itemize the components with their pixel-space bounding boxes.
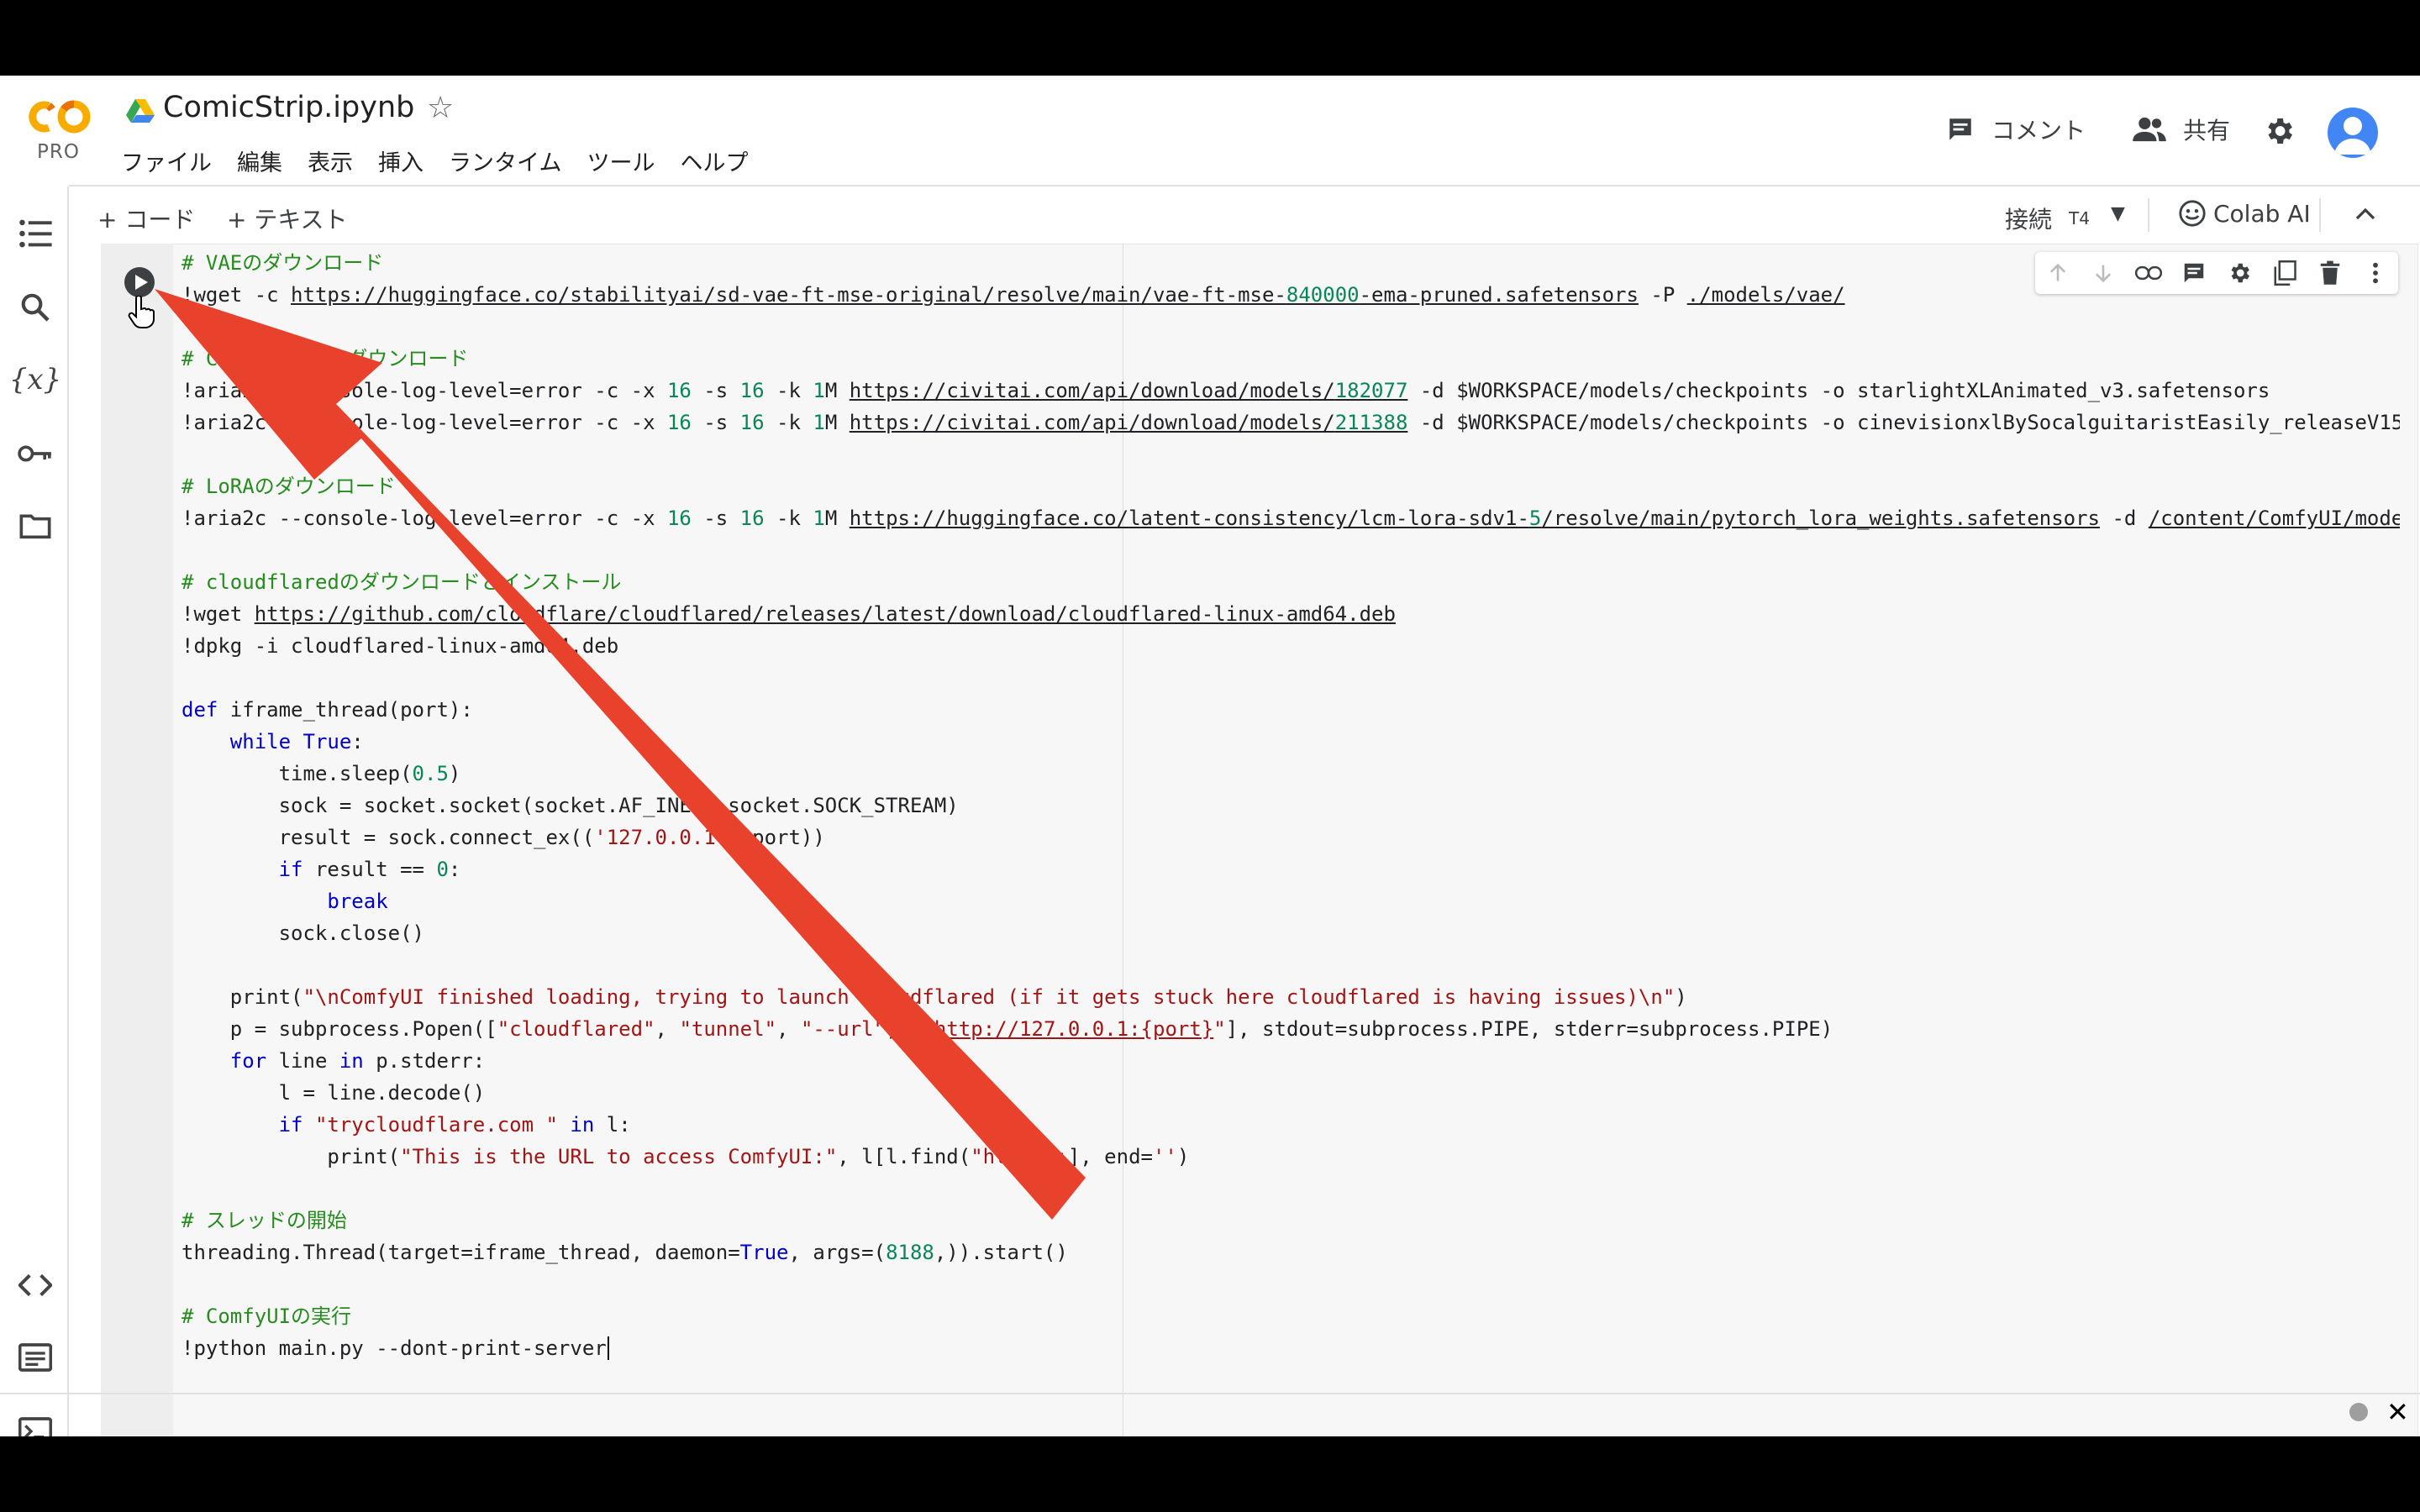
cell-gutter: [101, 244, 173, 1436]
settings-icon[interactable]: [2223, 257, 2255, 289]
add-code-button[interactable]: + コード: [97, 202, 195, 235]
search-icon[interactable]: [17, 289, 54, 326]
mirror-cell-icon[interactable]: [2269, 257, 2301, 289]
code-line: # Checkpointをダウンロード: [182, 347, 469, 370]
colab-window: PRO ComicStrip.ipynb ☆ ファイル 編集 表示 挿入 ランタ…: [0, 76, 2420, 1436]
code-line: while True:: [229, 730, 364, 753]
code-line: p = subprocess.Popen(["cloudflared", "tu…: [182, 1017, 1833, 1041]
text-cursor: [607, 1336, 609, 1360]
code-line: result = sock.connect_ex(('127.0.0.1', p…: [182, 826, 825, 849]
delete-icon[interactable]: [2314, 257, 2346, 289]
code-line: if "trycloudflare.com " in l:: [278, 1113, 631, 1137]
code-line: # VAEのダウンロード: [182, 251, 384, 275]
files-folder-icon[interactable]: [17, 507, 54, 544]
code-snippets-icon[interactable]: [17, 1267, 54, 1304]
code-line: !python main.py --dont-print-server: [182, 1334, 609, 1361]
code-line: !aria2c --console-log-level=error -c -x …: [182, 411, 2400, 434]
secrets-key-icon[interactable]: [17, 435, 54, 472]
link-icon[interactable]: [2133, 257, 2165, 289]
code-link: https://huggingface.co/stabilityai/sd-va…: [291, 283, 1639, 307]
status-divider: [0, 1393, 2420, 1394]
close-icon[interactable]: ✕: [2386, 1396, 2409, 1428]
run-cell-button[interactable]: [123, 265, 156, 299]
table-of-contents-icon[interactable]: [17, 215, 54, 252]
more-icon[interactable]: [2360, 257, 2391, 289]
code-line: # スレッドの開始: [182, 1209, 347, 1232]
code-line: sock = socket.socket(socket.AF_INET, soc…: [182, 794, 959, 817]
code-line: for line in p.stderr:: [229, 1049, 486, 1073]
terminal-icon[interactable]: [17, 1413, 54, 1436]
comment-icon[interactable]: [2178, 257, 2210, 289]
code-line: threading.Thread(target=iframe_thread, d…: [182, 1241, 1068, 1264]
code-line: print("This is the URL to access ComfyUI…: [182, 1145, 1190, 1168]
code-line: l = line.decode(): [182, 1081, 486, 1105]
code-line: if result == 0:: [278, 858, 461, 881]
execution-status-dot[interactable]: [2349, 1403, 2368, 1421]
code-line: def iframe_thread(port):: [182, 698, 473, 722]
command-palette-icon[interactable]: [17, 1339, 54, 1376]
move-up-icon[interactable]: [2042, 257, 2074, 289]
code-line: !aria2c --console-log-level=error -c -x …: [182, 507, 2400, 530]
code-line: !aria2c --console-log-level=error -c -x …: [182, 379, 2270, 402]
move-down-icon[interactable]: [2087, 257, 2119, 289]
google-drive-icon[interactable]: [126, 97, 155, 123]
code-line: sock.close(): [182, 921, 424, 945]
code-line: break: [327, 890, 388, 913]
code-line: !dpkg -i cloudflared-linux-amd64.deb: [182, 634, 619, 658]
cell-toolbar: [2035, 252, 2398, 294]
colab-logo[interactable]: [24, 97, 94, 136]
code-line: time.sleep(0.5): [182, 762, 461, 785]
sidebar-divider: [67, 186, 69, 1436]
hand-cursor-icon: [128, 296, 155, 328]
code-line: !wget https://github.com/cloudflare/clou…: [182, 602, 1396, 626]
code-line: !wget -c https://huggingface.co/stabilit…: [182, 283, 1845, 307]
pro-badge: PRO: [37, 141, 80, 163]
code-line: # cloudflaredのダウンロードとインストール: [182, 570, 622, 594]
code-line: # LoRAのダウンロード: [182, 475, 396, 498]
code-line: print("\nComfyUI finished loading, tryin…: [182, 985, 1687, 1009]
code-line: # ComfyUIの実行: [182, 1305, 352, 1328]
variables-icon[interactable]: {x}: [9, 361, 61, 398]
